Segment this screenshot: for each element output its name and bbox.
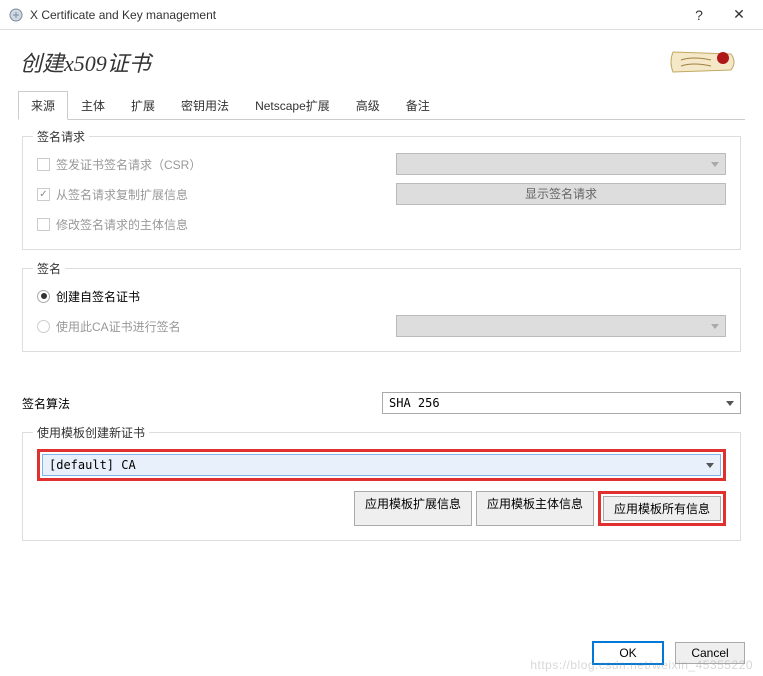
self-signed-label: 创建自签名证书 (56, 288, 140, 305)
radio-self-signed[interactable] (37, 290, 50, 303)
checkbox-csr (37, 158, 50, 171)
page-title: 创建x509证书 (20, 46, 663, 78)
algo-row: 签名算法 SHA 256 (22, 392, 741, 414)
csr-dropdown (396, 153, 726, 175)
apply-all-highlight: 应用模板所有信息 (598, 491, 726, 526)
tab-comment[interactable]: 备注 (393, 91, 443, 120)
tab-label: 扩展 (131, 99, 155, 113)
tab-extensions[interactable]: 扩展 (118, 91, 168, 120)
self-signed-row: 创建自签名证书 (37, 285, 726, 307)
tab-netscape[interactable]: Netscape扩展 (242, 91, 343, 120)
algo-label: 签名算法 (22, 395, 382, 412)
modify-subject-row: 修改签名请求的主体信息 (37, 213, 726, 235)
tab-subject[interactable]: 主体 (68, 91, 118, 120)
scroll-seal-icon (663, 42, 743, 82)
checkbox-modify-subject (37, 218, 50, 231)
tab-source[interactable]: 来源 (18, 91, 68, 120)
app-icon (8, 7, 24, 23)
cancel-button[interactable]: Cancel (675, 642, 745, 664)
csr-label: 签发证书签名请求（CSR） (56, 156, 201, 173)
group-title: 签名请求 (33, 128, 89, 145)
titlebar: X Certificate and Key management ? ✕ (0, 0, 763, 30)
csr-row: 签发证书签名请求（CSR） (37, 153, 726, 175)
tab-label: Netscape扩展 (255, 99, 330, 113)
show-request-button: 显示签名请求 (396, 183, 726, 205)
close-button[interactable]: ✕ (719, 1, 759, 29)
tab-label: 主体 (81, 99, 105, 113)
footer: OK Cancel (593, 642, 745, 664)
use-ca-row: 使用此CA证书进行签名 (37, 315, 726, 337)
copy-ext-row: 从签名请求复制扩展信息 显示签名请求 (37, 183, 726, 205)
template-value: [default] CA (49, 458, 136, 472)
template-buttons: 应用模板扩展信息 应用模板主体信息 应用模板所有信息 (37, 491, 726, 526)
checkbox-copy-ext (37, 188, 50, 201)
tab-label: 高级 (356, 99, 380, 113)
tab-label: 来源 (31, 99, 55, 113)
algo-select[interactable]: SHA 256 (382, 392, 741, 414)
ca-dropdown (396, 315, 726, 337)
modify-subject-label: 修改签名请求的主体信息 (56, 216, 188, 233)
apply-subject-button[interactable]: 应用模板主体信息 (476, 491, 594, 526)
radio-use-ca (37, 320, 50, 333)
template-select[interactable]: [default] CA (42, 454, 721, 476)
template-select-highlight: [default] CA (37, 449, 726, 481)
tab-keyusage[interactable]: 密钥用法 (168, 91, 242, 120)
header: 创建x509证书 (0, 30, 763, 90)
tab-label: 密钥用法 (181, 99, 229, 113)
use-ca-label: 使用此CA证书进行签名 (56, 318, 181, 335)
signing-group: 签名 创建自签名证书 使用此CA证书进行签名 (22, 268, 741, 352)
group-title: 签名 (33, 260, 65, 277)
apply-all-button[interactable]: 应用模板所有信息 (603, 496, 721, 521)
window-title: X Certificate and Key management (30, 8, 679, 22)
ok-button[interactable]: OK (593, 642, 663, 664)
tab-advanced[interactable]: 高级 (343, 91, 393, 120)
tabs: 来源 主体 扩展 密钥用法 Netscape扩展 高级 备注 (18, 90, 745, 120)
algo-value: SHA 256 (389, 396, 440, 410)
signing-request-group: 签名请求 签发证书签名请求（CSR） 从签名请求复制扩展信息 显示签名请求 修改… (22, 136, 741, 250)
tab-label: 备注 (406, 99, 430, 113)
group-title: 使用模板创建新证书 (33, 424, 149, 441)
apply-ext-button[interactable]: 应用模板扩展信息 (354, 491, 472, 526)
help-button[interactable]: ? (679, 1, 719, 29)
tab-content: 签名请求 签发证书签名请求（CSR） 从签名请求复制扩展信息 显示签名请求 修改… (0, 120, 763, 386)
template-group: 使用模板创建新证书 [default] CA 应用模板扩展信息 应用模板主体信息… (22, 432, 741, 541)
copy-ext-label: 从签名请求复制扩展信息 (56, 186, 188, 203)
